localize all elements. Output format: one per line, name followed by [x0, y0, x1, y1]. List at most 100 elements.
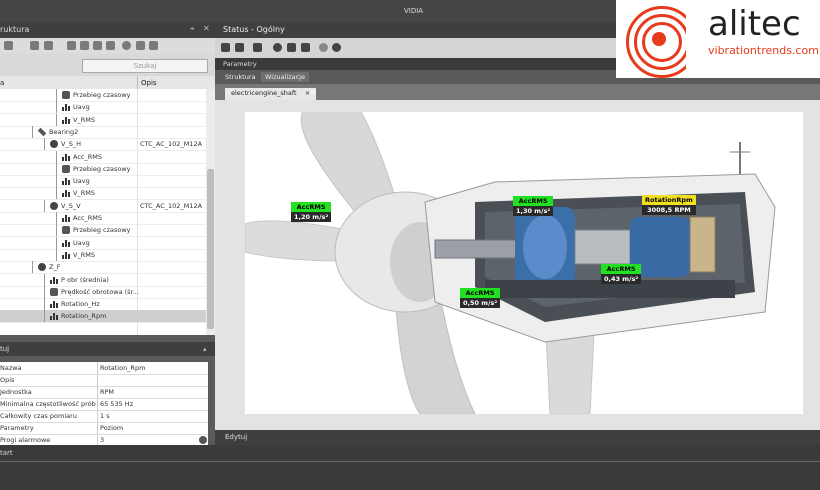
tree-row[interactable]: Prędkość obrotowa (śr...: [0, 285, 206, 299]
tree-row-label: Acc_RMS: [73, 152, 102, 161]
toolbar-add-icon[interactable]: [4, 41, 13, 50]
toolbar-probe-icon[interactable]: [44, 41, 53, 50]
property-value[interactable]: 65 535 Hz: [100, 400, 133, 408]
toolbar-folder-icon[interactable]: [30, 41, 39, 50]
tree-row-label: Acc_RMS: [73, 214, 102, 222]
bar-chart-icon: [50, 276, 58, 284]
tree-row[interactable]: V_RMS: [0, 187, 206, 201]
column-name-header[interactable]: a: [0, 79, 4, 87]
tree-row[interactable]: P obr (średnia): [0, 273, 206, 287]
sensor-accrms-main-bearing[interactable]: AccRMS 0,50 m/s²: [460, 288, 501, 308]
status-text: tart: [0, 449, 13, 457]
sensor-accrms-rotor[interactable]: AccRMS 1,20 m/s²: [291, 202, 332, 222]
document-icon[interactable]: [287, 43, 296, 52]
split-icon[interactable]: [253, 43, 262, 52]
tree-row[interactable]: Przebieg czasowy: [0, 162, 206, 176]
scrollbar-thumb[interactable]: [207, 169, 214, 329]
property-value[interactable]: RPM: [100, 388, 114, 396]
bar-chart-icon: [62, 177, 70, 186]
parameters-label: Parametry: [223, 60, 257, 68]
edit-label[interactable]: Edytuj: [225, 433, 247, 441]
refresh-icon[interactable]: [221, 43, 230, 52]
sensor-name: AccRMS: [460, 288, 501, 298]
tree-row-description: CTC_AC_102_M12A: [140, 201, 203, 210]
tree-row[interactable]: Uavg: [0, 236, 206, 250]
layout-icon[interactable]: [235, 43, 244, 52]
tree-row[interactable]: Bearing2: [0, 125, 206, 139]
toolbar-paste-icon[interactable]: [80, 41, 89, 50]
bar-chart-icon: [62, 214, 70, 222]
tree-scrollbar[interactable]: [206, 89, 215, 335]
tree-row[interactable]: V_S_V CTC_AC_102_M12A: [0, 199, 206, 213]
tree-row-label: Rotation_Hz: [61, 300, 100, 309]
search-input[interactable]: Szukaj: [82, 59, 208, 73]
tree-row[interactable]: V_S_H CTC_AC_102_M12A: [0, 138, 206, 152]
add-circle-icon[interactable]: [319, 43, 328, 52]
tree-row[interactable]: Uavg: [0, 101, 206, 115]
tree-row-label: Przebieg czasowy: [73, 226, 131, 235]
property-value[interactable]: 1 s: [100, 412, 110, 420]
toolbar-import-icon[interactable]: [149, 41, 158, 50]
add-tab-icon[interactable]: +: [310, 87, 317, 96]
doc-tab-label: electricengine_shaft: [231, 89, 297, 97]
bar-chart-icon: [62, 153, 70, 161]
sensor-name: RotationRpm: [642, 195, 696, 205]
tree-row[interactable]: V_RMS: [0, 248, 206, 262]
toolbar-export-icon[interactable]: [136, 41, 145, 50]
tree-row-label: V_RMS: [73, 115, 95, 124]
sensor-accrms-gearbox[interactable]: AccRMS 1,30 m/s²: [513, 196, 554, 216]
tree-row[interactable]: Uavg: [0, 175, 206, 189]
property-key: Nazwa: [0, 364, 22, 372]
property-value[interactable]: 3: [100, 436, 104, 444]
bar-chart-icon: [62, 103, 70, 112]
info-icon[interactable]: [273, 43, 282, 52]
tab-visualizations[interactable]: Wizualizacje: [261, 72, 309, 82]
properties-panel-header: tuj ▴: [0, 342, 215, 356]
tree-row[interactable]: Przebieg czasowy: [0, 89, 206, 102]
tree-row-label: V_RMS: [73, 250, 95, 259]
document-edit-icon[interactable]: [301, 43, 310, 52]
tree-row-label: Bearing2: [49, 127, 79, 136]
toolbar-refresh-icon[interactable]: [122, 41, 131, 50]
collapse-icon[interactable]: ▴: [203, 345, 207, 353]
bar-chart-icon: [50, 300, 58, 309]
tree-row-label: Uavg: [73, 238, 90, 247]
bar-chart-icon: [50, 312, 58, 321]
tree-row-label: Rotation_Rpm: [61, 312, 107, 321]
toolbar-cut-icon[interactable]: [93, 41, 102, 50]
wind-turbine-image: [245, 112, 776, 414]
tree-row[interactable]: Przebieg czasowy: [0, 224, 206, 238]
column-desc-header[interactable]: Opis: [141, 79, 157, 87]
structure-panel-title: ruktura: [0, 25, 30, 34]
tree-row[interactable]: Rotation_Rpm: [0, 310, 206, 324]
tree-row[interactable]: Acc_RMS: [0, 212, 206, 225]
tree-row[interactable]: Z_F: [0, 261, 206, 275]
remove-circle-icon[interactable]: [332, 43, 341, 52]
add-threshold-icon[interactable]: [199, 436, 207, 444]
close-icon[interactable]: ✕: [203, 24, 210, 33]
logo-core: [652, 32, 666, 46]
tree-row-label: P obr (średnia): [61, 275, 109, 284]
pin-icon[interactable]: ⌖: [190, 24, 195, 34]
sensor-rotation-rpm[interactable]: RotationRpm 3008,5 RPM: [642, 195, 696, 215]
sensor-name: AccRMS: [291, 202, 332, 212]
tree-header: a Opis: [0, 76, 215, 90]
probe-icon: [37, 127, 47, 137]
toolbar-delete-icon[interactable]: [106, 41, 115, 50]
bar-chart-icon: [62, 116, 70, 124]
app-title: VIDIA: [404, 7, 424, 15]
property-value[interactable]: Rotation_Rpm: [100, 364, 145, 372]
property-key: Opis: [0, 376, 15, 384]
tree-row[interactable]: Acc_RMS: [0, 150, 206, 164]
sensor-accrms-generator[interactable]: AccRMS 0,43 m/s²: [601, 264, 642, 284]
waveform-icon: [50, 287, 58, 296]
property-value[interactable]: Poziom: [100, 424, 123, 432]
tab-structure[interactable]: Struktura: [221, 72, 260, 82]
waveform-icon: [62, 164, 70, 173]
tree-row[interactable]: V_RMS: [0, 113, 206, 127]
structure-panel-header: ruktura ⌖ ✕: [0, 22, 215, 38]
status-view: Status - Ogólny Parametry Struktura Wizu…: [215, 22, 820, 445]
tree-row[interactable]: Rotation_Hz: [0, 298, 206, 312]
property-key: Parametry: [0, 424, 34, 432]
toolbar-copy-icon[interactable]: [67, 41, 76, 50]
